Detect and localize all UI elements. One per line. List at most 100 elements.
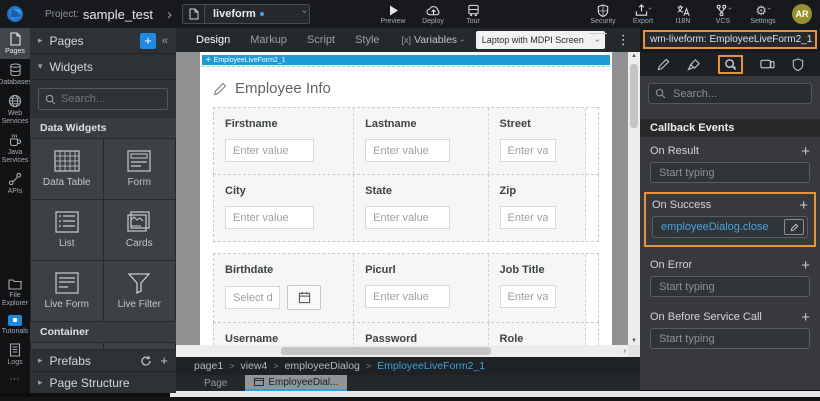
form-title[interactable]: Employee Info xyxy=(213,80,612,97)
add-prefab-button[interactable]: + xyxy=(160,353,168,368)
selection-header-bar[interactable]: + EmployeeLiveForm2_1 xyxy=(202,55,610,65)
widgets-section-header[interactable]: ▾ Widgets xyxy=(30,54,176,80)
pages-section-header[interactable]: ▸ Pages + « xyxy=(30,28,176,54)
tour-button[interactable]: Tour xyxy=(456,4,490,25)
form-field-zip[interactable]: Zip xyxy=(489,175,587,241)
page-structure-section-header[interactable]: ▸ Page Structure xyxy=(30,371,176,393)
birthdate-input[interactable] xyxy=(225,286,280,309)
page-selector-dropdown[interactable]: liveform › xyxy=(182,4,310,24)
rail-item-apis[interactable]: APIs xyxy=(0,168,30,199)
form-field-username[interactable]: Username xyxy=(214,323,354,345)
edit-action-button[interactable] xyxy=(784,219,804,235)
on-success-input[interactable]: employeeDialog.close xyxy=(652,216,808,238)
tab-design[interactable]: Design xyxy=(196,34,230,46)
properties-search[interactable] xyxy=(640,76,820,109)
properties-pencil-icon[interactable] xyxy=(657,58,670,71)
rail-item-pages[interactable]: Pages xyxy=(0,28,30,59)
firstname-input[interactable] xyxy=(225,139,314,162)
collapse-panel-icon[interactable]: « xyxy=(162,35,168,47)
breadcrumb-employeedialog[interactable]: employeeDialog xyxy=(285,360,360,372)
vertical-scroll-thumb[interactable] xyxy=(630,64,638,128)
widget-tile-data-table[interactable]: Data Table xyxy=(31,139,103,199)
form-field-role[interactable]: Role xyxy=(489,323,587,345)
tab-style[interactable]: Style xyxy=(355,34,379,46)
zip-input[interactable] xyxy=(500,206,557,229)
widget-tile-live-form[interactable]: Live Form xyxy=(31,261,103,321)
tab-script[interactable]: Script xyxy=(307,34,335,46)
rail-more-button[interactable]: ⋯ xyxy=(0,370,30,393)
form-field-picurl[interactable]: Picurl xyxy=(354,254,488,322)
device-visibility-icon[interactable] xyxy=(760,58,775,70)
rail-item-tutorials[interactable]: Tutorials xyxy=(0,311,30,339)
settings-button[interactable]: ⚙ › Settings xyxy=(746,4,780,25)
styles-brush-icon[interactable] xyxy=(687,58,701,71)
form-field-street[interactable]: Street xyxy=(489,108,587,174)
scroll-down-icon[interactable]: ▼ xyxy=(628,338,640,344)
top-bar: Project: sample_test › liveform › Previe… xyxy=(0,0,820,28)
rail-item-databases[interactable]: Databases xyxy=(0,59,30,90)
rail-item-logs[interactable]: Logs xyxy=(0,339,30,370)
rail-item-web-services[interactable]: Web Services xyxy=(0,90,30,129)
form-field-state[interactable]: State xyxy=(354,175,488,241)
add-on-success-button[interactable]: + xyxy=(799,198,808,213)
scroll-up-icon[interactable]: ▲ xyxy=(628,53,640,59)
widget-tile-list[interactable]: List xyxy=(31,200,103,260)
form-field-birthdate[interactable]: Birthdate xyxy=(214,254,354,322)
deploy-button[interactable]: Deploy xyxy=(416,4,450,25)
vcs-button[interactable]: › VCS xyxy=(706,4,740,25)
street-input[interactable] xyxy=(500,139,557,162)
horizontal-scroll-thumb[interactable] xyxy=(281,347,491,355)
i18n-button[interactable]: I18N xyxy=(666,4,700,25)
user-avatar[interactable]: AR xyxy=(792,4,812,24)
widget-tile-form[interactable]: Form xyxy=(104,139,176,199)
on-error-input[interactable] xyxy=(650,276,810,297)
add-on-before-service-call-button[interactable]: + xyxy=(801,310,810,325)
widget-search[interactable] xyxy=(38,88,168,110)
add-on-result-button[interactable]: + xyxy=(801,144,810,159)
on-before-service-call-input[interactable] xyxy=(650,328,810,349)
picurl-input[interactable] xyxy=(365,285,450,308)
export-button[interactable]: › Export xyxy=(626,4,660,25)
security-shield-icon[interactable] xyxy=(792,58,804,71)
security-button[interactable]: Security xyxy=(586,4,620,25)
preview-button[interactable]: Preview xyxy=(376,4,410,25)
form-field-lastname[interactable]: Lastname xyxy=(354,108,488,174)
lastname-input[interactable] xyxy=(365,139,450,162)
canvas-horizontal-scrollbar[interactable]: › xyxy=(176,345,628,357)
move-handle-icon[interactable]: + xyxy=(206,56,211,64)
date-picker-button[interactable] xyxy=(287,285,321,310)
canvas-page[interactable]: + EmployeeLiveForm2_1 Employee Info Firs… xyxy=(200,52,612,345)
widget-tile-cards[interactable]: Cards xyxy=(104,200,176,260)
add-page-button[interactable]: + xyxy=(140,33,156,49)
breadcrumb-view4[interactable]: view4 xyxy=(240,360,267,372)
log-document-icon xyxy=(9,343,21,357)
breadcrumb-page1[interactable]: page1 xyxy=(194,360,223,372)
form-field-password[interactable]: Password xyxy=(354,323,488,345)
form-field-jobtitle[interactable]: Job Title xyxy=(489,254,587,322)
device-selector[interactable]: Laptop with MDPI Screen › xyxy=(476,31,605,49)
rail-item-file-explorer[interactable]: File Explorer xyxy=(0,274,30,311)
jobtitle-input[interactable] xyxy=(500,285,557,308)
tab-employee-dialog[interactable]: EmployeeDial... xyxy=(245,375,347,391)
widget-tile-live-filter[interactable]: Live Filter xyxy=(104,261,176,321)
state-input[interactable] xyxy=(365,206,450,229)
scroll-right-icon[interactable]: › xyxy=(623,345,626,357)
prefabs-section-header[interactable]: ▸ Prefabs + xyxy=(30,349,176,371)
properties-search-input[interactable] xyxy=(648,83,812,104)
tab-markup[interactable]: Markup xyxy=(250,34,287,46)
tab-page[interactable]: Page xyxy=(204,375,227,391)
rail-item-java-services[interactable]: Java Services xyxy=(0,129,30,168)
canvas-vertical-scrollbar[interactable]: ▲ ▼ xyxy=(628,52,640,345)
wavemaker-logo-icon[interactable] xyxy=(0,5,30,23)
form-field-city[interactable]: City xyxy=(214,175,354,241)
form-field-firstname[interactable]: Firstname xyxy=(214,108,354,174)
on-result-input[interactable] xyxy=(650,162,810,183)
kebab-menu-icon[interactable]: ⋮ xyxy=(617,32,630,48)
refresh-icon[interactable] xyxy=(140,355,152,367)
breadcrumb-employeeliveform[interactable]: EmployeeLiveForm2_1 xyxy=(377,360,485,372)
city-input[interactable] xyxy=(225,206,314,229)
add-on-error-button[interactable]: + xyxy=(801,258,810,273)
variables-button[interactable]: [x] Variables › xyxy=(402,34,464,46)
events-tab-icon[interactable] xyxy=(718,55,743,74)
widget-search-input[interactable] xyxy=(61,93,161,105)
